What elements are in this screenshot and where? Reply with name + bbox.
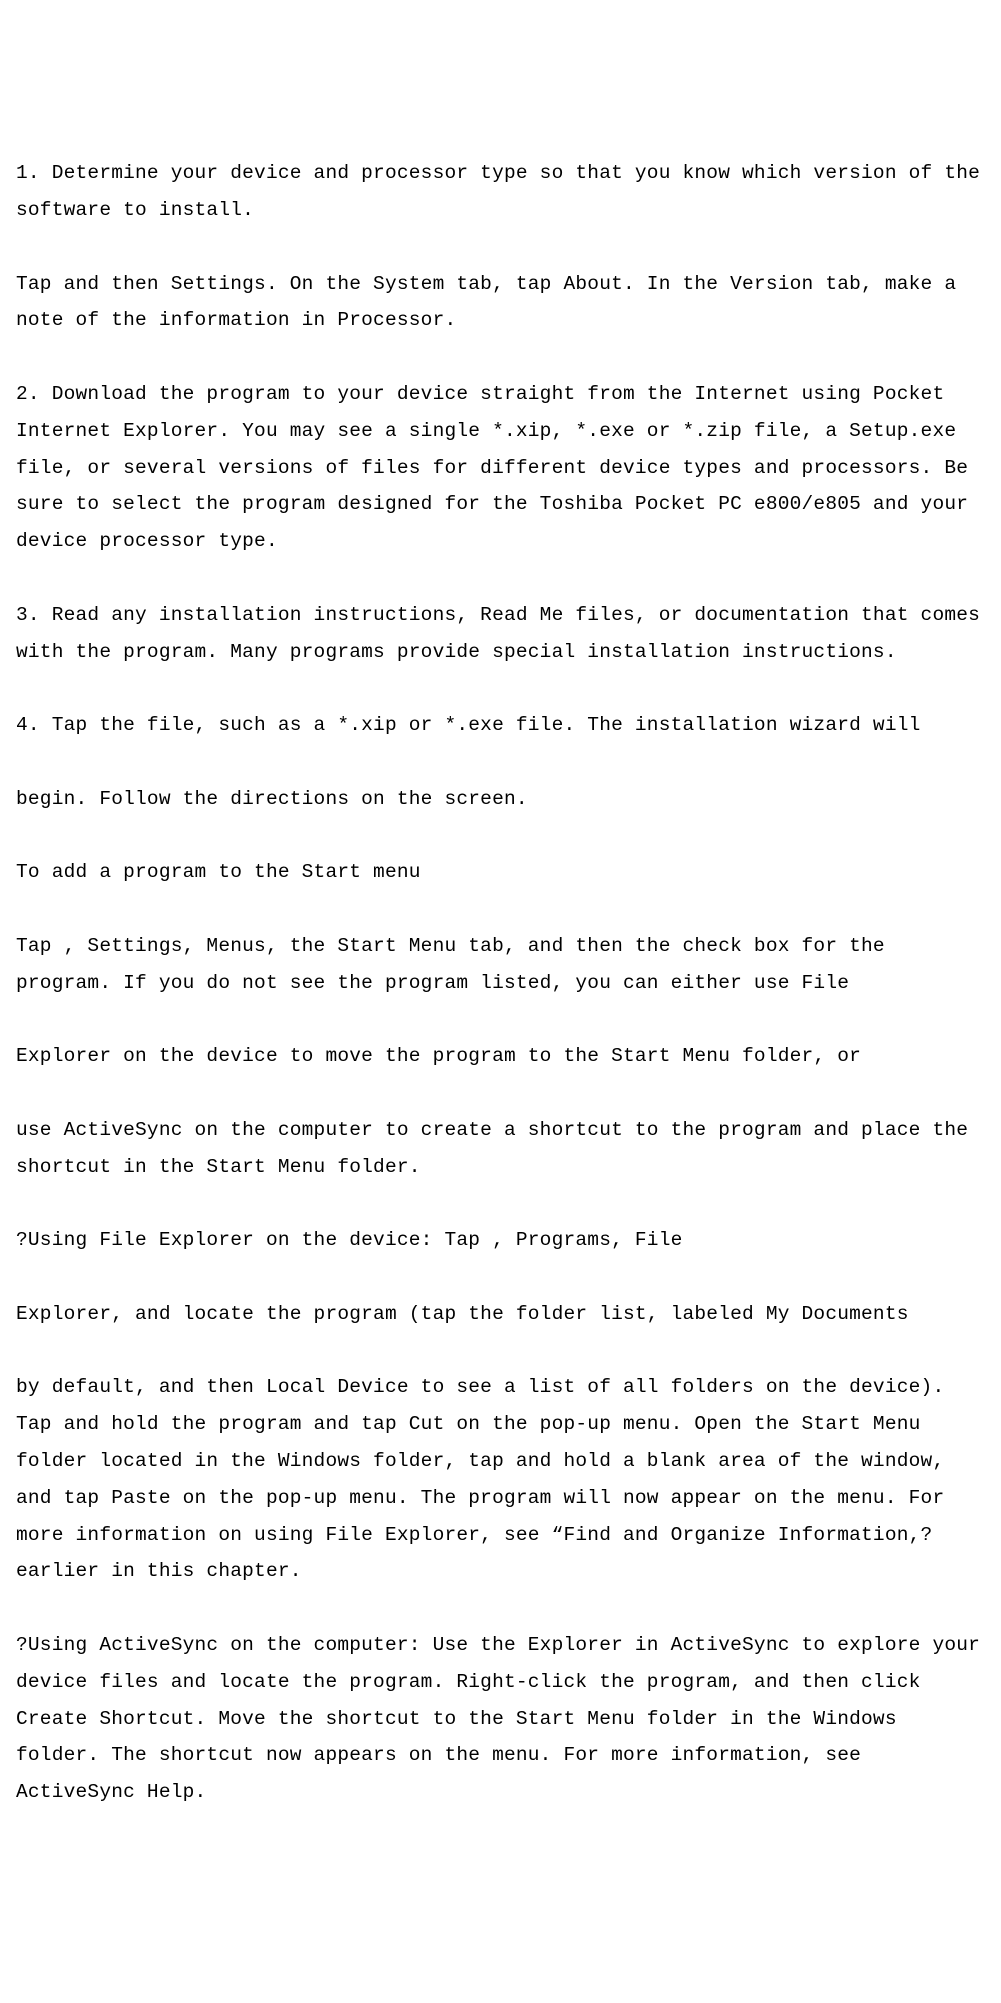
doc-text-line-7: To add a program to the Start menu [16,854,985,891]
doc-text-line-11: ?Using File Explorer on the device: Tap … [16,1222,985,1259]
doc-text-line-4: 3. Read any installation instructions, R… [16,597,985,671]
doc-text-line-14: ?Using ActiveSync on the computer: Use t… [16,1627,985,1811]
doc-text-line-6: begin. Follow the directions on the scre… [16,781,985,818]
doc-text-line-1: 1. Determine your device and processor t… [16,155,985,229]
doc-text-line-5: 4. Tap the file, such as a *.xip or *.ex… [16,707,985,744]
doc-text-line-12: Explorer, and locate the program (tap th… [16,1296,985,1333]
doc-text-line-8: Tap , Settings, Menus, the Start Menu ta… [16,928,985,1002]
doc-text-line-9: Explorer on the device to move the progr… [16,1038,985,1075]
doc-text-line-3: 2. Download the program to your device s… [16,376,985,560]
doc-text-line-13: by default, and then Local Device to see… [16,1369,985,1590]
doc-text-line-10: use ActiveSync on the computer to create… [16,1112,985,1186]
doc-text-line-2: Tap and then Settings. On the System tab… [16,266,985,340]
